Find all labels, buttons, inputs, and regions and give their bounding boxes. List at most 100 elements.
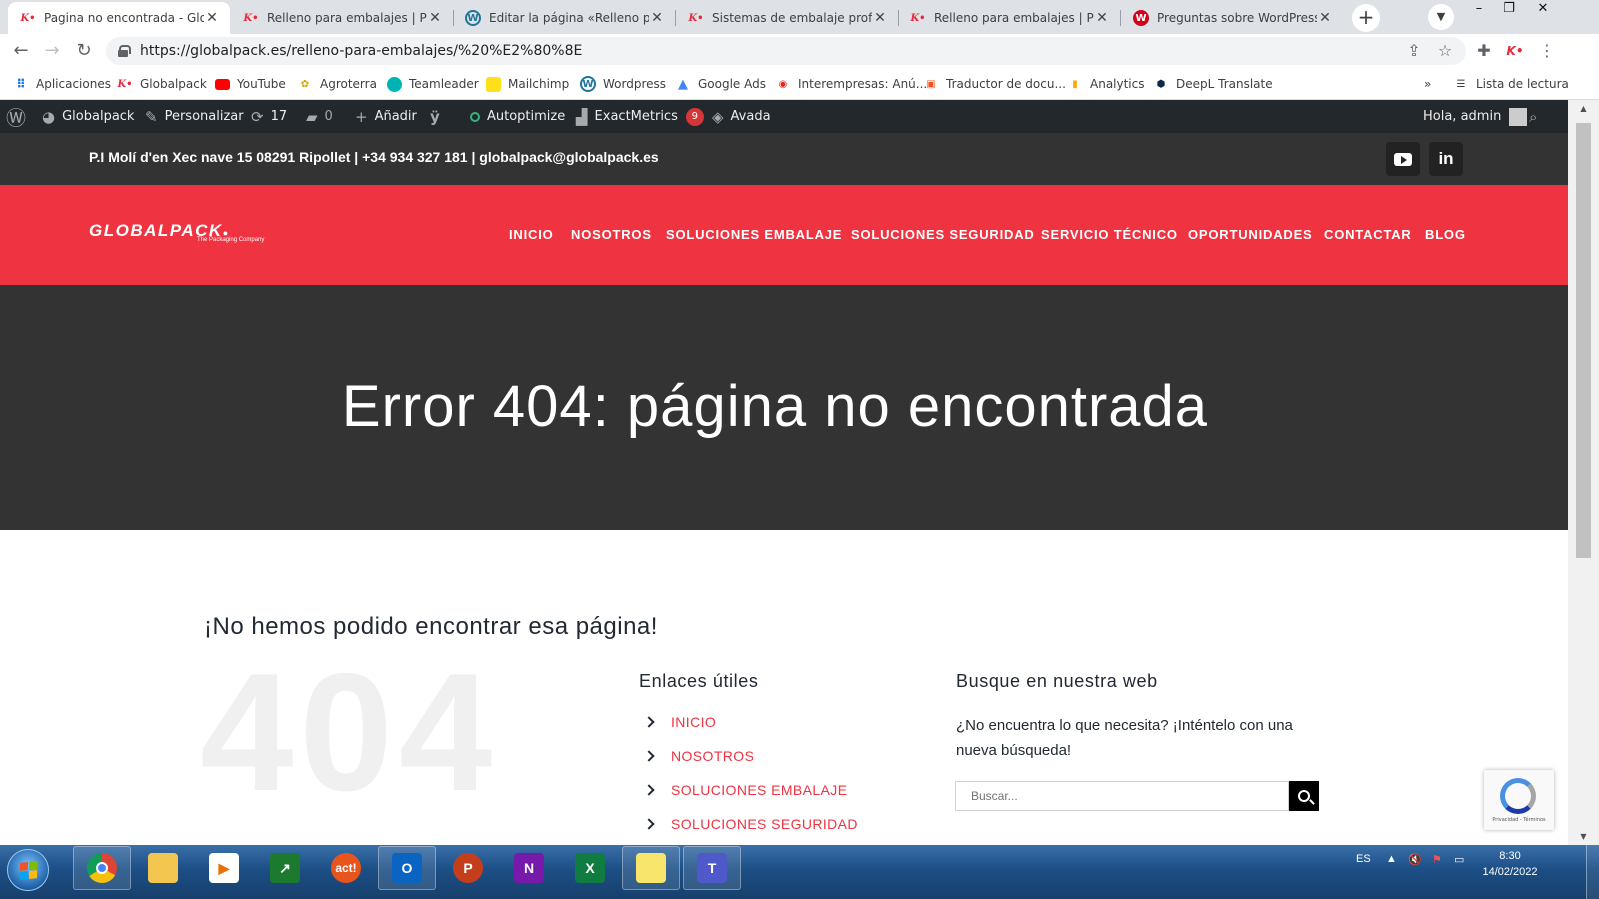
start-button[interactable] [7, 849, 49, 891]
reload-icon[interactable]: ↻ [72, 39, 96, 63]
bookmark-wordpress[interactable]: W Wordpress [580, 74, 666, 94]
taskbar-stock-chart[interactable]: ↗ [256, 846, 314, 890]
bookmark-interempresas[interactable]: ◉ Interempresas: Anú... [775, 74, 928, 94]
bookmark-label: Analytics [1090, 77, 1145, 91]
taskbar-powerpoint[interactable]: P [439, 846, 497, 890]
useful-link-soluciones-seguridad[interactable]: SOLUCIONES SEGURIDAD [643, 814, 858, 834]
action-center-flag-icon[interactable]: ⚑ [1432, 853, 1442, 866]
plus-icon: + [355, 107, 368, 126]
linkedin-social-link[interactable]: in [1429, 142, 1463, 176]
bookmark-star-icon[interactable]: ☆ [1433, 39, 1457, 63]
close-tab-icon[interactable]: ✕ [1094, 10, 1110, 26]
admin-search-icon[interactable]: ⌕ [1529, 100, 1544, 133]
recaptcha-badge[interactable]: Privacidad - Términos [1484, 770, 1554, 830]
close-tab-icon[interactable]: ✕ [427, 10, 443, 26]
translator-icon: ▣ [926, 78, 936, 90]
share-icon[interactable]: ⇪ [1402, 39, 1426, 63]
autoptimize-menu[interactable]: Autoptimize [470, 100, 565, 133]
bookmark-analytics[interactable]: ▮ Analytics [1067, 74, 1145, 94]
taskbar-file-explorer[interactable] [134, 846, 192, 890]
close-window-icon[interactable]: ✕ [1528, 0, 1558, 20]
taskbar-excel[interactable]: X [561, 846, 619, 890]
browser-tab[interactable]: K• Relleno para embalajes | Prote ✕ [231, 2, 454, 34]
language-indicator[interactable]: ES [1356, 853, 1371, 865]
scrollbar-thumb[interactable] [1576, 123, 1591, 558]
more-bookmarks-button[interactable]: » [1424, 74, 1431, 94]
exactmetrics-menu[interactable]: ▟ ExactMetrics 9 [576, 100, 704, 133]
avada-menu[interactable]: ◈ Avada [712, 100, 771, 133]
show-hidden-icons-icon[interactable]: ▲ [1386, 853, 1397, 865]
useful-link-soluciones-embalaje[interactable]: SOLUCIONES EMBALAJE [643, 780, 847, 800]
browser-tab[interactable]: W Preguntas sobre WordPress – F ✕ [1121, 2, 1343, 34]
bookmark-globalpack[interactable]: K• Globalpack [117, 74, 206, 94]
admin-updates-link[interactable]: ⟳ 17 [251, 100, 287, 133]
admin-site-name: Globalpack [62, 109, 135, 124]
scroll-up-arrow-icon[interactable]: ▲ [1568, 100, 1599, 117]
nav-soluciones-seguridad[interactable]: SOLUCIONES SEGURIDAD [851, 227, 1035, 242]
bookmark-mailchimp[interactable]: Mailchimp [485, 74, 569, 94]
google-ads-icon: ▲ [678, 76, 688, 92]
globalpack-extension-icon[interactable]: K• [1503, 39, 1527, 63]
nav-servicio-tecnico[interactable]: SERVICIO TÉCNICO [1041, 227, 1178, 242]
search-input[interactable] [955, 781, 1289, 811]
admin-site-menu[interactable]: ◕ Globalpack [42, 100, 134, 133]
scroll-down-arrow-icon[interactable]: ▼ [1568, 828, 1599, 845]
bookmark-deepl[interactable]: ⬢ DeepL Translate [1153, 74, 1273, 94]
bookmark-aplicaciones[interactable]: ⠿ Aplicaciones [13, 74, 111, 94]
taskbar-media-player[interactable]: ▶ [195, 846, 253, 890]
nav-soluciones-embalaje[interactable]: SOLUCIONES EMBALAJE [666, 227, 842, 242]
system-clock[interactable]: 8:30 14/02/2022 [1470, 848, 1550, 880]
nav-oportunidades[interactable]: OPORTUNIDADES [1188, 227, 1313, 242]
browser-tab-active[interactable]: K• Pagina no encontrada - Global ✕ [8, 2, 230, 34]
network-icon[interactable]: ▭ [1454, 853, 1464, 866]
admin-customize-link[interactable]: ✎ Personalizar [145, 100, 244, 133]
forward-arrow-icon[interactable]: → [40, 39, 64, 63]
address-bar[interactable]: https://globalpack.es/relleno-para-embal… [106, 37, 1466, 65]
wp-admin-bar: Ⓦ ◕ Globalpack ✎ Personalizar ⟳ 17 ▰ 0 +… [0, 100, 1568, 133]
browser-tab[interactable]: K• Sistemas de embalaje profesio ✕ [676, 2, 899, 34]
wordpress-logo-menu[interactable]: Ⓦ [6, 100, 33, 133]
reading-list-button[interactable]: ☰ Lista de lectura [1453, 74, 1569, 94]
extensions-puzzle-icon[interactable]: ✚ [1472, 39, 1496, 63]
useful-link-inicio[interactable]: INICIO [643, 712, 716, 732]
nav-nosotros[interactable]: NOSOTROS [571, 227, 652, 242]
nav-blog[interactable]: BLOG [1425, 227, 1466, 242]
restore-window-icon[interactable]: ❐ [1494, 0, 1524, 20]
browser-menu-icon[interactable]: ⋮ [1535, 39, 1559, 63]
admin-account-menu[interactable]: Hola, admin [1423, 100, 1528, 133]
close-tab-icon[interactable]: ✕ [204, 10, 220, 26]
file-explorer-icon [148, 853, 178, 883]
nav-inicio[interactable]: INICIO [509, 227, 554, 242]
show-desktop-button[interactable] [1586, 845, 1599, 899]
youtube-social-link[interactable] [1386, 142, 1420, 176]
bookmark-agroterra[interactable]: ✿ Agroterra [297, 74, 377, 94]
volume-muted-icon[interactable]: 🔇 [1408, 853, 1422, 866]
bookmark-teamleader[interactable]: Teamleader [386, 74, 479, 94]
yoast-seo-menu[interactable]: ÿ [430, 100, 447, 133]
bookmark-translator[interactable]: ▣ Traductor de docu... [923, 74, 1066, 94]
taskbar-outlook[interactable]: O [378, 846, 436, 890]
taskbar-teams[interactable]: T [683, 846, 741, 890]
nav-contactar[interactable]: CONTACTAR [1324, 227, 1412, 242]
taskbar-chrome[interactable] [73, 846, 131, 890]
search-submit-button[interactable] [1289, 781, 1319, 811]
bookmark-youtube[interactable]: YouTube [214, 74, 286, 94]
minimize-window-icon[interactable]: – [1464, 0, 1494, 20]
back-arrow-icon[interactable]: ← [9, 39, 33, 63]
close-tab-icon[interactable]: ✕ [1317, 10, 1333, 26]
close-tab-icon[interactable]: ✕ [649, 10, 665, 26]
taskbar-sticky-notes[interactable] [622, 846, 680, 890]
useful-link-nosotros[interactable]: NOSOTROS [643, 746, 754, 766]
new-tab-button[interactable]: + [1352, 4, 1380, 32]
taskbar-act[interactable]: act! [317, 846, 375, 890]
admin-add-new-menu[interactable]: + Añadir [355, 100, 417, 133]
browser-tab[interactable]: W Editar la página «Relleno para ✕ [453, 2, 676, 34]
browser-tab[interactable]: K• Relleno para embalajes | Prote ✕ [898, 2, 1121, 34]
close-tab-icon[interactable]: ✕ [872, 10, 888, 26]
bookmark-google-ads[interactable]: ▲ Google Ads [675, 74, 766, 94]
tab-search-button[interactable]: ▼ [1428, 4, 1454, 30]
admin-comments-link[interactable]: ▰ 0 [306, 100, 333, 133]
taskbar-onenote[interactable]: N [500, 846, 558, 890]
page-scrollbar[interactable]: ▲ ▼ [1568, 100, 1599, 845]
globalpack-logo[interactable]: GLOBALPACK● The Packaging Company [89, 221, 264, 243]
